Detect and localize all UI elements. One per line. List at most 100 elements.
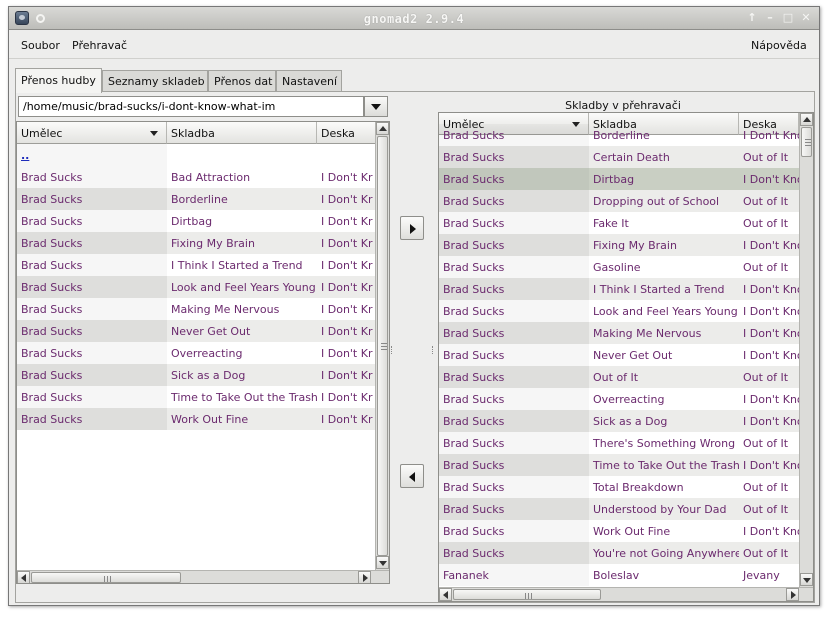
grip-line	[381, 343, 387, 344]
table-row[interactable]: Brad Sucks Overreacting I Don't Kr	[17, 342, 389, 364]
table-row[interactable]: Brad Sucks Never Get Out I Don't Kr	[17, 320, 389, 342]
scroll-right-button[interactable]	[786, 588, 799, 601]
local-list-hscroll-thumb[interactable]	[31, 572, 181, 583]
scroll-left-button[interactable]	[439, 588, 452, 601]
left-pane-grip[interactable]	[391, 346, 393, 354]
table-row[interactable]: Brad Sucks Dirtbag I Don't Know	[439, 168, 813, 190]
table-row[interactable]: Brad Sucks Fixing My Brain I Don't Kr	[17, 232, 389, 254]
table-row[interactable]: Brad Sucks Borderline I Don't Know	[439, 124, 813, 146]
table-row[interactable]: Brad Sucks Time to Take Out the Trash I Do…	[439, 454, 813, 476]
artist-cell: Brad Sucks	[439, 476, 589, 498]
artist-cell: Brad Sucks	[439, 146, 589, 168]
scroll-down-button[interactable]	[800, 573, 813, 586]
track-cell: Never Get Out	[593, 349, 673, 362]
artist-cell: Brad Sucks	[17, 254, 167, 276]
grip-line	[525, 593, 526, 599]
track-cell: Fake It	[593, 217, 629, 230]
table-row[interactable]: Brad Sucks You're not Going Anywhere Out o…	[439, 542, 813, 564]
table-row[interactable]: Brad Sucks Fake It Out of It	[439, 212, 813, 234]
player-list-hscroll-thumb[interactable]	[453, 589, 601, 600]
maximize-icon[interactable]: □	[781, 11, 795, 25]
transfer-to-player-button[interactable]	[400, 216, 424, 240]
parent-directory-row[interactable]: ..	[17, 144, 389, 166]
shade-up-icon[interactable]: ↑	[745, 11, 759, 25]
scroll-up-button[interactable]	[376, 122, 389, 135]
table-row[interactable]: Brad Sucks Out of It Out of It	[439, 366, 813, 388]
menu-file[interactable]: Soubor	[21, 39, 60, 52]
table-row[interactable]: Brad Sucks I Think I Started a Trend I Don…	[439, 278, 813, 300]
album-cell: I Don't Kr	[321, 413, 373, 426]
scroll-up-button[interactable]	[800, 113, 813, 126]
table-row[interactable]: Brad Sucks Never Get Out I Don't Know	[439, 344, 813, 366]
track-cell: Total Breakdown	[593, 481, 684, 494]
window-title: gnomad2 2.9.4	[363, 12, 465, 26]
table-row[interactable]: Brad Sucks Certain Death Out of It	[439, 146, 813, 168]
tab-settings[interactable]: Nastavení	[276, 70, 342, 92]
table-row[interactable]: Brad Sucks Making Me Nervous I Don't Know	[439, 322, 813, 344]
local-file-list[interactable]: Umělec Skladba Deska .. Brad Sucks Bad At…	[16, 121, 390, 584]
player-track-list[interactable]: Umělec Skladba Deska Brad Sucks Borderlin…	[438, 112, 814, 602]
arrow-up-icon	[379, 126, 387, 131]
table-row[interactable]: Brad Sucks Dirtbag I Don't Kr	[17, 210, 389, 232]
tab-playlists[interactable]: Seznamy skladeb	[102, 70, 208, 92]
tab-music-transfer[interactable]: Přenos hudby	[15, 68, 102, 93]
table-row[interactable]: Brad Sucks I Think I Started a Trend I Don…	[17, 254, 389, 276]
tab-data-transfer[interactable]: Přenos dat	[208, 70, 276, 92]
track-cell: You're not Going Anywhere	[593, 547, 739, 560]
table-row[interactable]: Brad Sucks Time to Take Out the Trash I Do…	[17, 386, 389, 408]
arrow-left-icon	[443, 591, 448, 599]
path-input[interactable]: /home/music/brad-sucks/i-dont-know-what-…	[18, 96, 364, 117]
player-list-vscroll-thumb[interactable]	[801, 127, 812, 157]
local-list-hscrollbar[interactable]	[17, 570, 389, 583]
table-row[interactable]: Brad Sucks Look and Feel Years Young I Don…	[439, 300, 813, 322]
local-file-rows: .. Brad Sucks Bad Attraction I Don't Kr Bra…	[17, 144, 389, 430]
table-row[interactable]: Brad Sucks Borderline I Don't Kr	[17, 188, 389, 210]
artist-cell: Brad Sucks	[17, 188, 167, 210]
minimize-icon[interactable]: –	[763, 11, 777, 25]
app-window: gnomad2 2.9.4 ↑ – □ ✕ Soubor Přehravač N…	[8, 6, 820, 606]
scroll-down-button[interactable]	[376, 556, 389, 569]
table-row[interactable]: Brad Sucks Bad Attraction I Don't Kr	[17, 166, 389, 188]
grip-line	[531, 593, 532, 599]
local-list-vscroll-thumb[interactable]	[377, 136, 388, 556]
menu-help[interactable]: Nápověda	[751, 39, 807, 52]
table-row[interactable]: Brad Sucks Work Out Fine I Don't Know	[439, 520, 813, 542]
menu-player[interactable]: Přehravač	[72, 39, 127, 52]
table-row[interactable]: Brad Sucks Dropping out of School Out of I…	[439, 190, 813, 212]
artist-cell: Brad Sucks	[439, 212, 589, 234]
table-row[interactable]: Brad Sucks Fixing My Brain I Don't Know	[439, 234, 813, 256]
table-row[interactable]: Brad Sucks Work Out Fine I Don't Kr	[17, 408, 389, 430]
table-row[interactable]: Brad Sucks Making Me Nervous I Don't Kr	[17, 298, 389, 320]
player-list-hscrollbar[interactable]	[439, 587, 813, 601]
album-cell: Out of It	[743, 261, 789, 274]
artist-cell: Brad Sucks	[439, 410, 589, 432]
table-row[interactable]: Brad Sucks Total Breakdown Out of It	[439, 476, 813, 498]
track-cell: Sick as a Dog	[171, 369, 246, 382]
player-tracks-caption: Skladby v přehravači	[565, 99, 681, 112]
scroll-left-button[interactable]	[17, 571, 30, 583]
table-row[interactable]: Brad Sucks Look and Feel Years Young I Don…	[17, 276, 389, 298]
table-row[interactable]: Brad Sucks There's Something Wrong Out of …	[439, 432, 813, 454]
scroll-right-button[interactable]	[358, 571, 371, 583]
path-dropdown-button[interactable]	[364, 96, 388, 117]
title-bar[interactable]: gnomad2 2.9.4 ↑ – □ ✕	[9, 7, 819, 30]
table-row[interactable]: Brad Sucks Gasoline Out of It	[439, 256, 813, 278]
close-icon[interactable]: ✕	[799, 11, 813, 25]
player-list-vscrollbar[interactable]	[799, 113, 813, 587]
menu-bar: Soubor Přehravač Nápověda	[9, 31, 819, 59]
column-header-album[interactable]: Deska	[317, 122, 377, 144]
right-pane-grip[interactable]	[432, 346, 434, 354]
table-row[interactable]: Brad Sucks Sick as a Dog I Don't Know	[439, 410, 813, 432]
local-list-vscrollbar[interactable]	[375, 122, 389, 570]
table-row[interactable]: Brad Sucks Sick as a Dog I Don't Kr	[17, 364, 389, 386]
transfer-to-computer-button[interactable]	[400, 464, 424, 488]
album-cell: Out of It	[743, 371, 789, 384]
track-cell: Borderline	[171, 193, 228, 206]
column-header-artist[interactable]: Umělec	[17, 122, 167, 144]
table-row[interactable]: Brad Sucks Understood by Your Dad Out of I…	[439, 498, 813, 520]
track-cell: Time to Take Out the Trash	[171, 391, 317, 404]
column-header-track[interactable]: Skladba	[167, 122, 317, 144]
album-cell: I Don't Kr	[321, 303, 373, 316]
table-row[interactable]: Brad Sucks Overreacting I Don't Know	[439, 388, 813, 410]
table-row[interactable]: Fananek Boleslav Jevany	[439, 564, 813, 586]
